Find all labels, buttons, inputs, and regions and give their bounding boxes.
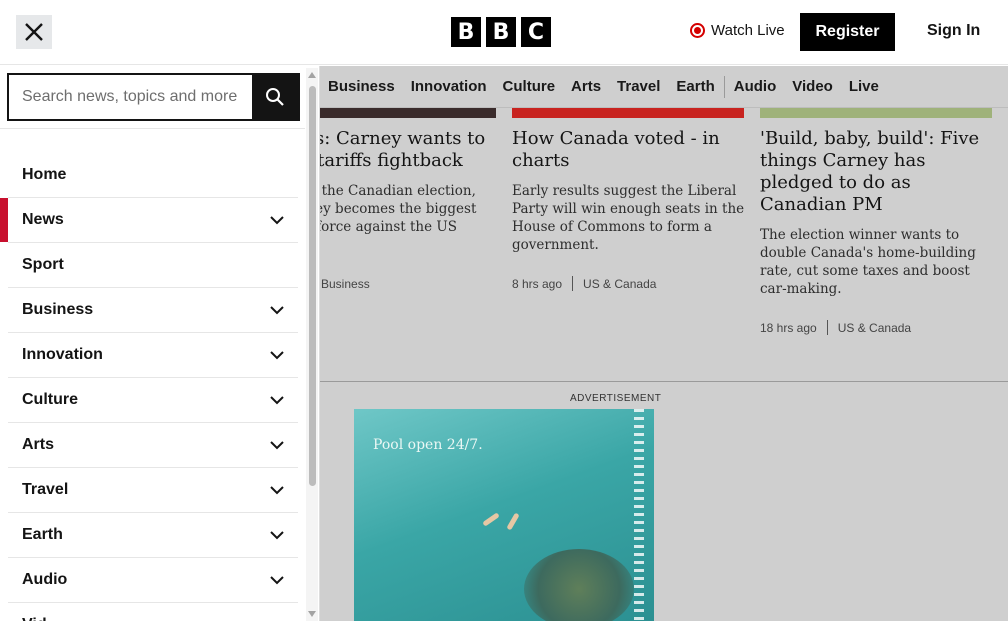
scroll-down-arrow-icon[interactable] bbox=[308, 611, 316, 617]
article-section[interactable]: US & Canada bbox=[583, 277, 656, 291]
menu-item-label: News bbox=[22, 211, 64, 228]
search-divider bbox=[0, 128, 305, 129]
menu-item-home[interactable]: Home bbox=[8, 153, 298, 198]
live-dot-icon bbox=[690, 23, 705, 38]
menu-scrollbar[interactable] bbox=[306, 68, 318, 621]
menu-list: Home News Sport Business Innovation Culture Ar… bbox=[0, 153, 298, 621]
menu-item-innovation[interactable]: Innovation bbox=[8, 333, 298, 378]
chevron-down-icon[interactable] bbox=[270, 303, 284, 317]
article-headline[interactable]: 'Build, baby, build': Five things Carney… bbox=[760, 128, 994, 216]
ad-text: Pool open 24/7. bbox=[373, 437, 483, 453]
chevron-down-icon[interactable] bbox=[270, 438, 284, 452]
register-button[interactable]: Register bbox=[800, 13, 895, 51]
article-card[interactable]: 'Build, baby, build': Five things Carney… bbox=[760, 128, 994, 335]
article-summary: Early results suggest the Liberal Party … bbox=[512, 183, 745, 253]
menu-item-label: Business bbox=[22, 301, 94, 318]
close-icon bbox=[25, 23, 43, 41]
chevron-down-icon[interactable] bbox=[270, 528, 284, 542]
chevron-down-icon[interactable] bbox=[270, 573, 284, 587]
menu-item-label: Vid bbox=[22, 616, 47, 621]
article-summary: The election winner wants to double Cana… bbox=[760, 227, 976, 297]
article-summary: ng the Canadian election, rney becomes t… bbox=[300, 183, 477, 253]
search-icon bbox=[266, 88, 284, 106]
menu-item-sport[interactable]: Sport bbox=[8, 243, 298, 288]
ad-edge-pattern bbox=[634, 409, 644, 621]
article-image[interactable] bbox=[320, 108, 496, 118]
header: B B C Watch Live Register Sign In bbox=[0, 0, 1008, 65]
bbc-logo[interactable]: B B C bbox=[451, 17, 551, 47]
chevron-down-icon[interactable] bbox=[270, 483, 284, 497]
top-navigation: Business Innovation Culture Arts Travel … bbox=[320, 66, 1008, 108]
logo-letter: C bbox=[521, 17, 551, 47]
advertisement-label: ADVERTISEMENT bbox=[570, 393, 662, 404]
topnav-item-live[interactable]: Live bbox=[841, 78, 887, 95]
advertisement-banner[interactable]: Pool open 24/7. bbox=[354, 409, 654, 621]
topnav-item-travel[interactable]: Travel bbox=[609, 78, 668, 95]
menu-item-label: Home bbox=[22, 166, 67, 183]
menu-item-news[interactable]: News bbox=[0, 198, 298, 243]
side-menu: Home News Sport Business Innovation Culture Ar… bbox=[0, 66, 320, 621]
nav-divider bbox=[723, 75, 725, 98]
article-meta: 18 hrs ago US & Canada bbox=[760, 320, 994, 335]
menu-item-label: Innovation bbox=[22, 346, 103, 363]
chevron-down-icon[interactable] bbox=[270, 393, 284, 407]
topnav-item-video[interactable]: Video bbox=[784, 78, 841, 95]
article-image[interactable] bbox=[512, 108, 744, 118]
logo-letter: B bbox=[451, 17, 481, 47]
article-headline[interactable]: sis: Carney wants to 7 tariffs fightback bbox=[300, 128, 500, 172]
article-headline[interactable]: How Canada voted - in charts bbox=[512, 128, 746, 172]
article-time: 18 hrs ago bbox=[760, 320, 817, 335]
topnav-item-business[interactable]: Business bbox=[320, 78, 403, 95]
topnav-item-audio[interactable]: Audio bbox=[726, 78, 785, 95]
close-menu-button[interactable] bbox=[16, 15, 52, 49]
article-image[interactable] bbox=[760, 108, 992, 118]
menu-item-label: Sport bbox=[22, 256, 64, 273]
logo-letter: B bbox=[486, 17, 516, 47]
article-section[interactable]: US & Canada bbox=[838, 321, 911, 335]
scroll-up-arrow-icon[interactable] bbox=[308, 72, 316, 78]
menu-item-travel[interactable]: Travel bbox=[8, 468, 298, 513]
menu-item-vid[interactable]: Vid bbox=[8, 603, 298, 621]
topnav-item-earth[interactable]: Earth bbox=[668, 78, 722, 95]
menu-item-label: Arts bbox=[22, 436, 55, 453]
article-meta: Business bbox=[300, 276, 500, 291]
section-divider bbox=[320, 381, 1008, 382]
chevron-down-icon[interactable] bbox=[270, 213, 284, 227]
article-meta: 8 hrs ago US & Canada bbox=[512, 276, 746, 291]
meta-divider bbox=[826, 320, 828, 335]
menu-item-earth[interactable]: Earth bbox=[8, 513, 298, 558]
menu-item-arts[interactable]: Arts bbox=[8, 423, 298, 468]
menu-item-label: Earth bbox=[22, 526, 63, 543]
meta-divider bbox=[572, 276, 574, 291]
article-card[interactable]: How Canada voted - in charts Early resul… bbox=[512, 128, 746, 291]
menu-item-label: Culture bbox=[22, 391, 78, 408]
search-button[interactable] bbox=[252, 75, 298, 119]
scroll-thumb[interactable] bbox=[309, 86, 316, 486]
topnav-item-innovation[interactable]: Innovation bbox=[403, 78, 495, 95]
topnav-item-culture[interactable]: Culture bbox=[495, 78, 564, 95]
menu-item-label: Travel bbox=[22, 481, 69, 498]
sign-in-link[interactable]: Sign In bbox=[927, 22, 980, 40]
menu-item-audio[interactable]: Audio bbox=[8, 558, 298, 603]
ad-swimmer-image bbox=[506, 512, 520, 531]
chevron-down-icon[interactable] bbox=[270, 348, 284, 362]
ad-reef-image bbox=[524, 549, 634, 621]
topnav-item-arts[interactable]: Arts bbox=[563, 78, 609, 95]
watch-live-link[interactable]: Watch Live bbox=[690, 22, 785, 39]
search-box bbox=[7, 73, 300, 121]
article-time: 8 hrs ago bbox=[512, 276, 563, 291]
article-section[interactable]: Business bbox=[321, 277, 370, 291]
search-input[interactable] bbox=[9, 75, 252, 119]
article-card[interactable]: sis: Carney wants to 7 tariffs fightback… bbox=[300, 128, 500, 291]
menu-item-culture[interactable]: Culture bbox=[8, 378, 298, 423]
watch-live-label: Watch Live bbox=[711, 22, 785, 39]
menu-item-label: Audio bbox=[22, 571, 68, 588]
ad-swimmer-image bbox=[482, 512, 500, 527]
menu-item-business[interactable]: Business bbox=[8, 288, 298, 333]
